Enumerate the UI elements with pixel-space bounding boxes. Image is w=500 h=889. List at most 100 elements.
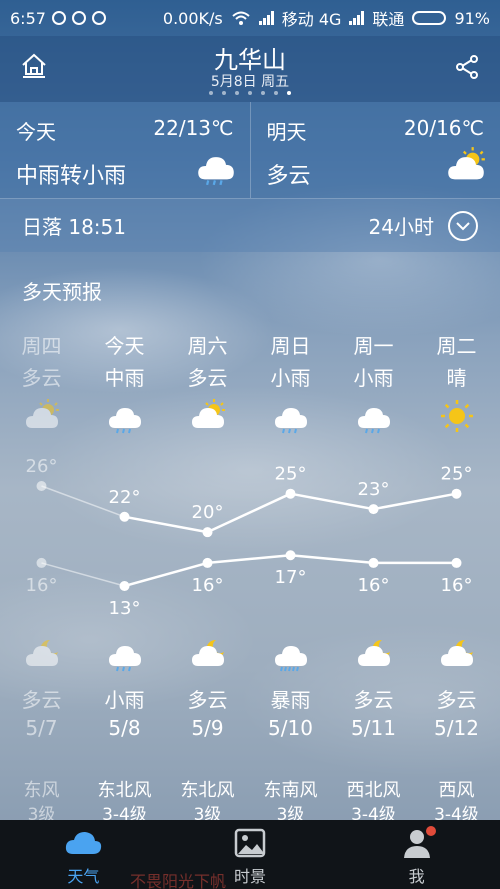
carrier-1: 移动 4G [281, 10, 342, 29]
low-temp-point [202, 557, 213, 568]
notification-icon [71, 11, 86, 25]
forecast-night-condition: 多云 [187, 688, 228, 712]
forecast-date: 5/12 [434, 716, 479, 740]
forecast-wind-direction: 东北风 [180, 780, 235, 801]
high-temp-point [202, 527, 213, 538]
low-temp-line-segment [290, 553, 374, 565]
low-temp-point [119, 581, 130, 591]
high-temp-label: 22° [109, 487, 141, 508]
forecast-wind-direction: 东北风 [97, 780, 152, 801]
forecast-wind-direction: 西风 [438, 780, 475, 801]
share-icon[interactable] [454, 54, 480, 80]
high-temp-label: 25° [441, 464, 473, 485]
page-dot [261, 91, 265, 95]
low-temp-point [36, 557, 47, 568]
forecast-date: 5/11 [351, 716, 396, 740]
forecast-weekday: 周六 [187, 334, 228, 358]
cloudy-night-icon [192, 639, 224, 666]
heavy-rain-icon [275, 646, 307, 672]
page-dot [209, 91, 213, 95]
forecast-day-condition: 小雨 [353, 366, 394, 390]
rain-cloud-icon [197, 157, 234, 186]
cloudy-night-icon [26, 639, 58, 666]
chevron-down-icon[interactable] [448, 210, 478, 241]
forecast-night-condition: 小雨 [104, 688, 145, 712]
hourly-toggle-label[interactable]: 24小时 [369, 211, 434, 240]
network-speed: 0.00K/s [162, 8, 223, 28]
tab-weather-label: 天气 [67, 867, 100, 886]
forecast-wind-direction: 东南风 [263, 780, 318, 801]
tab-scenes[interactable]: 时景 [167, 820, 334, 889]
forecast-day-condition: 晴 [446, 366, 467, 390]
status-time: 6:57 [10, 8, 46, 28]
forecast-wind-direction: 东风 [23, 780, 60, 801]
forecast-date: 5/10 [268, 716, 313, 740]
forecast-date: 5/8 [108, 716, 141, 740]
tab-me[interactable]: 我 [333, 820, 500, 889]
forecast-night-condition: 多云 [436, 688, 477, 712]
forecast-day-condition: 小雨 [270, 366, 311, 390]
page-dot [222, 91, 226, 95]
temperature-chart: 26° 22° 20° 25° 23° 25° 16° 13° 16° 17° 16° 16° [26, 456, 473, 619]
forecast-night-condition: 多云 [353, 688, 394, 712]
tab-me-label: 我 [408, 867, 425, 886]
forecast-weekday: 周日 [270, 334, 311, 358]
partly-cloudy-icon [448, 147, 485, 180]
sunset-row: 日落 18:51 24小时 [0, 198, 500, 252]
signal-icon [349, 11, 365, 25]
low-temp-point [285, 550, 296, 561]
low-temp-label: 17° [275, 567, 307, 588]
page-dot [274, 91, 278, 95]
low-temp-point [368, 557, 379, 568]
low-temp-label: 13° [109, 598, 141, 619]
high-temp-point [368, 504, 379, 515]
high-temp-point [451, 488, 462, 499]
tab-weather[interactable]: 天气 [0, 820, 167, 889]
page-dot [287, 91, 291, 95]
low-temp-label: 16° [358, 575, 390, 596]
low-temp-label: 16° [26, 575, 58, 596]
status-bar: 6:57 0.00K/s 移动 4G 联通 91% [0, 0, 500, 36]
tomorrow-condition: 多云 [266, 164, 311, 189]
multi-day-forecast: 26° 22° 20° 25° 23° 25° 16° 13° 16° 17° 16° 16° 周四多… [0, 326, 500, 826]
forecast-night-condition: 暴雨 [270, 688, 311, 712]
high-temp-point [119, 511, 130, 522]
today-card[interactable]: 今天 22/13℃ 中雨转小雨 [0, 102, 250, 198]
partly-cloudy-icon [192, 399, 225, 428]
notification-icon [91, 11, 106, 25]
sunset-time: 日落 18:51 [22, 215, 126, 239]
cloudy-night-icon [358, 639, 390, 666]
rain-cloud-icon [358, 408, 390, 434]
city-title: 九华山 [214, 46, 286, 74]
signal-icon [258, 11, 274, 25]
high-temp-label: 23° [358, 479, 390, 500]
forecast-day-condition: 多云 [21, 366, 62, 390]
partly-cloudy-icon [26, 399, 59, 428]
weather-cloud-icon [66, 832, 102, 854]
forecast-day-condition: 多云 [187, 366, 228, 390]
high-temp-label: 26° [26, 456, 58, 477]
rain-cloud-icon [275, 408, 307, 434]
page-dot [235, 91, 239, 95]
high-temp-point [36, 481, 47, 491]
cloudy-night-icon [441, 639, 473, 666]
low-temp-label: 16° [192, 575, 224, 596]
today-condition: 中雨转小雨 [16, 164, 127, 189]
tomorrow-card[interactable]: 明天 20/16℃ 多云 [249, 102, 500, 198]
high-temp-point [285, 488, 296, 499]
notification-badge [426, 826, 437, 836]
forecast-weekday: 周四 [21, 334, 62, 358]
header: 九华山 5月8日 周五 [0, 36, 500, 102]
low-temp-line-segment [207, 553, 291, 565]
forecast-night-condition: 多云 [21, 688, 62, 712]
photo-icon [234, 828, 266, 858]
forecast-weekday: 周二 [436, 334, 477, 358]
rain-cloud-icon [109, 646, 141, 672]
today-tomorrow-panel: 今天 22/13℃ 中雨转小雨 明天 20/16℃ 多云 [0, 102, 500, 198]
notification-icon [51, 11, 66, 25]
low-temp-label: 16° [441, 575, 473, 596]
forecast-weekday: 周一 [353, 334, 394, 358]
tomorrow-temp: 20/16℃ [403, 116, 484, 140]
page-indicator [0, 91, 500, 95]
wifi-icon [232, 11, 250, 25]
